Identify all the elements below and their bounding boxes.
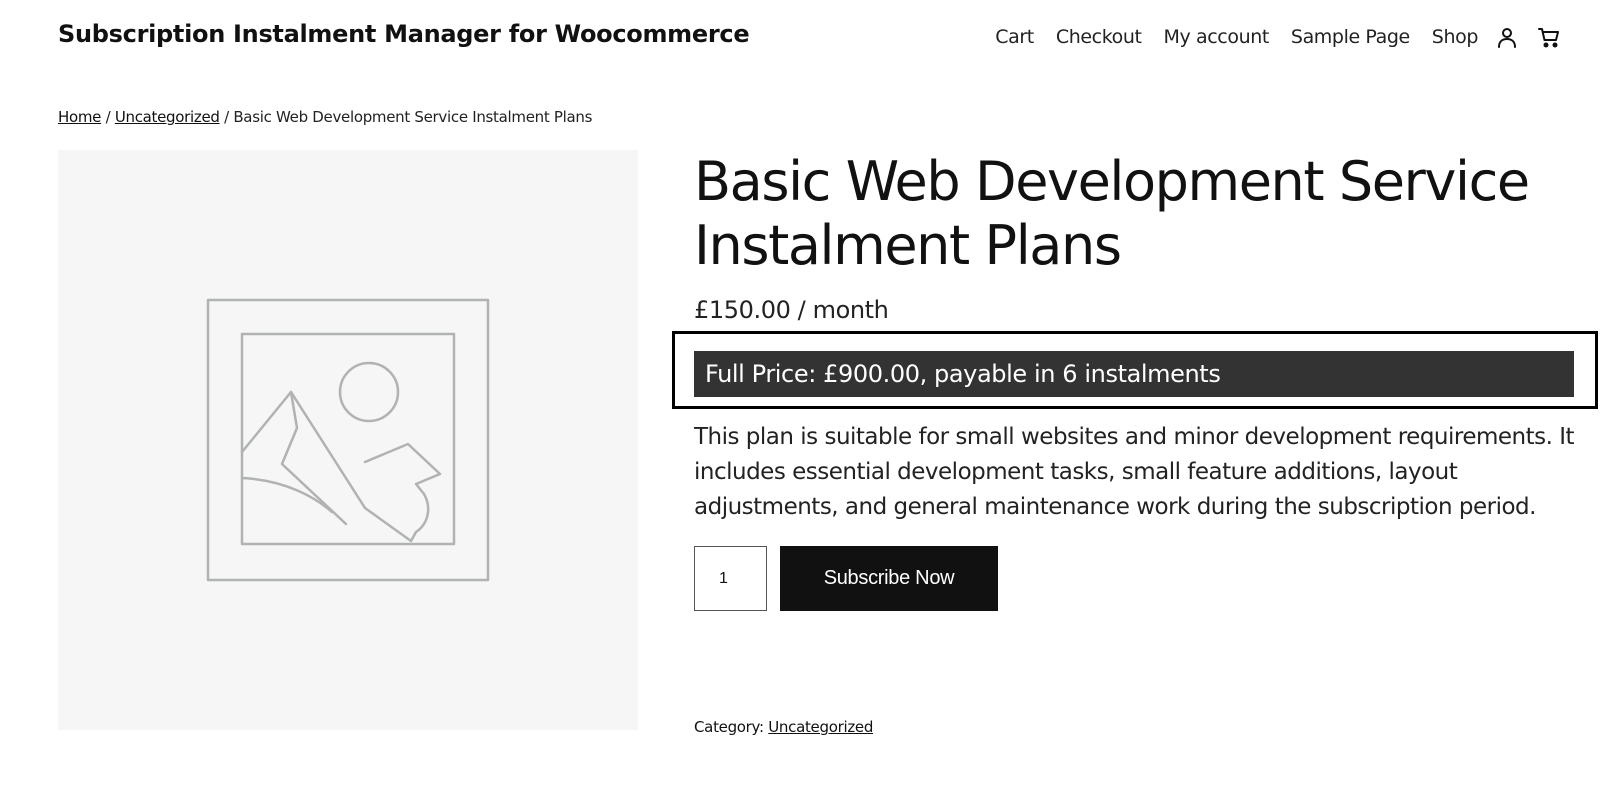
full-price-banner: Full Price: £900.00, payable in 6 instal… (694, 351, 1574, 397)
site-title[interactable]: Subscription Instalment Manager for Wooc… (58, 20, 750, 48)
product-description: This plan is suitable for small websites… (694, 424, 1575, 520)
product-image[interactable] (58, 150, 638, 730)
breadcrumb: Home / Uncategorized / Basic Web Develop… (58, 108, 592, 126)
category-label: Category: (694, 718, 764, 736)
breadcrumb-separator: / (219, 108, 234, 126)
site-header: Subscription Instalment Manager for Wooc… (0, 0, 1614, 80)
nav-link-cart[interactable]: Cart (995, 26, 1034, 48)
nav-link-sample-page[interactable]: Sample Page (1291, 26, 1410, 48)
nav-link-my-account[interactable]: My account (1164, 26, 1270, 48)
breadcrumb-home-link[interactable]: Home (58, 108, 101, 126)
product-price: £150.00 / month (694, 296, 889, 324)
breadcrumb-current: Basic Web Development Service Instalment… (233, 108, 593, 126)
product-title: Basic Web Development Service Instalment… (694, 150, 1530, 277)
breadcrumb-category-link[interactable]: Uncategorized (115, 108, 220, 126)
main-nav: Cart Checkout My account Sample Page Sho… (973, 24, 1562, 50)
subscribe-now-button[interactable]: Subscribe Now (780, 546, 998, 611)
cart-icon[interactable] (1536, 24, 1562, 50)
breadcrumb-separator: / (101, 108, 115, 126)
nav-link-shop[interactable]: Shop (1432, 26, 1479, 48)
nav-link-checkout[interactable]: Checkout (1056, 26, 1142, 48)
user-icon[interactable] (1494, 24, 1520, 50)
category-link[interactable]: Uncategorized (768, 718, 873, 736)
image-placeholder-icon (206, 298, 490, 582)
quantity-input[interactable] (694, 546, 767, 611)
product-category: Category: Uncategorized (694, 718, 873, 736)
